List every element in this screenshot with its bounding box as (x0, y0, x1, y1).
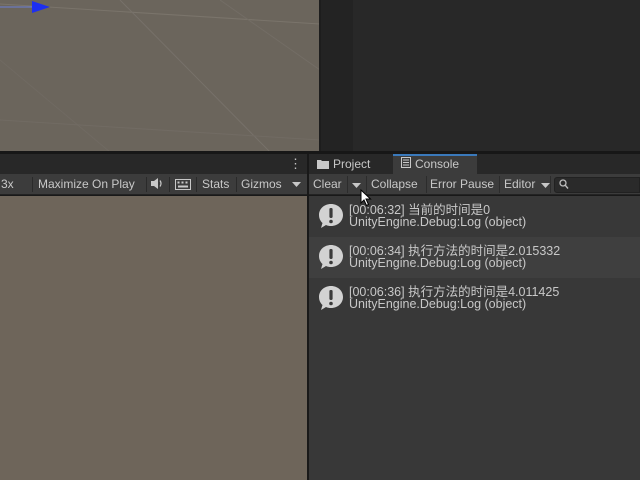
scale-label[interactable]: 3x (1, 176, 14, 193)
toolbar-separator (499, 176, 500, 193)
clear-button[interactable]: Clear (313, 176, 342, 193)
toolbar-separator (550, 176, 551, 193)
top-right-strip (321, 0, 353, 152)
search-icon (559, 179, 569, 193)
console-toolbar: Clear Collapse Error Pause Editor (309, 174, 640, 195)
collapse-toggle[interactable]: Collapse (371, 176, 418, 193)
scene-view[interactable] (0, 0, 320, 152)
folder-icon (317, 155, 329, 175)
console-search-input[interactable] (554, 177, 640, 193)
top-right-panel (353, 0, 640, 152)
log-stacktrace: UnityEngine.Debug:Log (object) (349, 297, 527, 311)
tab-console[interactable]: Console (393, 154, 477, 174)
error-pause-toggle[interactable]: Error Pause (430, 176, 494, 193)
game-view[interactable] (0, 196, 307, 480)
info-message-icon (319, 245, 343, 269)
toolbar-separator (169, 177, 170, 192)
game-toolbar: 3x Maximize On Play Stats Gizmos (0, 174, 307, 195)
log-entry[interactable]: [00:06:36] 执行方法的时间是4.011425 UnityEngine.… (309, 278, 640, 319)
tab-project[interactable]: Project (313, 154, 395, 174)
info-message-icon (319, 204, 343, 228)
mouse-cursor-icon (360, 189, 372, 207)
log-entry[interactable]: [00:06:32] 当前的时间是0 UnityEngine.Debug:Log… (309, 196, 640, 237)
toolbar-separator (196, 177, 197, 192)
tab-project-label: Project (333, 157, 371, 171)
game-menu-kebab-icon[interactable]: ⋮ (289, 157, 302, 171)
z-axis-arrow-icon (32, 1, 50, 13)
editor-dropdown-label: Editor (504, 177, 536, 191)
toolbar-separator (32, 177, 33, 192)
toolbar-separator (426, 176, 427, 193)
log-stacktrace: UnityEngine.Debug:Log (object) (349, 256, 527, 270)
game-tabbar: ⋮ (0, 154, 307, 174)
gizmos-dropdown-icon[interactable] (292, 177, 301, 194)
log-entry[interactable]: [00:06:34] 执行方法的时间是2.015332 UnityEngine.… (309, 237, 640, 278)
scene-grid (0, 0, 320, 152)
stats-toggle[interactable]: Stats (202, 176, 229, 193)
editor-dropdown[interactable]: Editor (504, 176, 550, 193)
tab-console-label: Console (415, 157, 460, 171)
toolbar-separator (236, 177, 237, 192)
console-tabbar: Project Console (309, 154, 640, 174)
log-stacktrace: UnityEngine.Debug:Log (object) (349, 215, 527, 229)
console-log-list[interactable]: [00:06:32] 当前的时间是0 UnityEngine.Debug:Log… (309, 196, 640, 480)
maximize-on-play-toggle[interactable]: Maximize On Play (38, 176, 135, 193)
keyboard-icon[interactable] (175, 178, 191, 195)
console-icon (401, 156, 411, 173)
gizmos-toggle[interactable]: Gizmos (241, 176, 282, 193)
toolbar-separator (146, 177, 147, 192)
toolbar-separator (347, 176, 348, 193)
speaker-icon[interactable] (150, 177, 164, 194)
info-message-icon (319, 286, 343, 310)
editor-dropdown-arrow-icon (540, 182, 550, 188)
